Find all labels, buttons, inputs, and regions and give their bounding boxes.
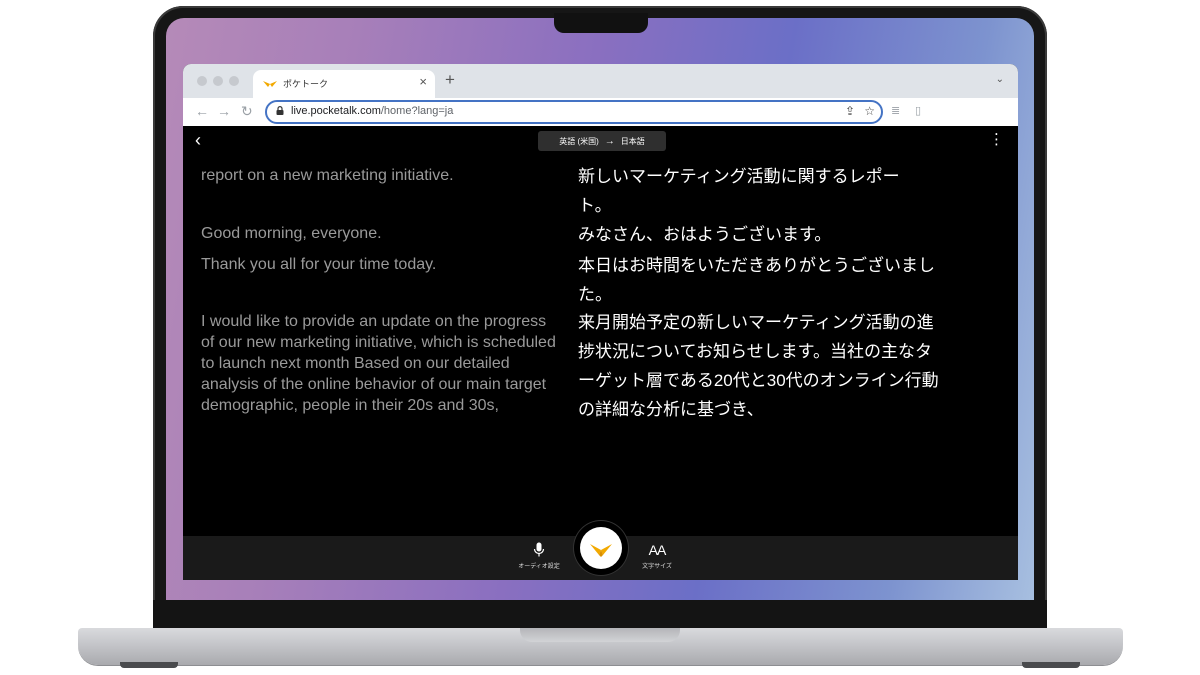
language-selector[interactable]: 英語 (米国) → 日本語 <box>538 131 666 151</box>
source-line: report on a new marketing initiative. <box>201 167 454 184</box>
arrow-right-icon: → <box>604 135 615 147</box>
translation-line: 新しいマーケティング活動に関するレポート。 <box>578 167 900 215</box>
url-text: live.pocketalk.com/home?lang=ja <box>291 105 453 117</box>
window-zoom-button[interactable] <box>229 76 239 86</box>
side-panel-icon[interactable]: ▯ <box>915 105 921 117</box>
address-bar[interactable]: live.pocketalk.com/home?lang=ja ⇪ ☆ <box>265 100 883 124</box>
font-size-button[interactable]: AA 文字サイズ <box>635 542 679 570</box>
laptop-foot <box>1022 662 1080 668</box>
browser-window: ポケトーク × + ⌄ ← → ↻ live.pocketalk.com/hom… <box>183 64 1018 580</box>
source-line: I would like to provide an update on the… <box>201 313 556 414</box>
share-icon[interactable]: ⇪ <box>845 104 855 118</box>
new-tab-icon[interactable]: + <box>445 71 455 88</box>
laptop-bezel <box>153 600 1047 630</box>
translation-line: みなさん、おはようございます。 <box>578 225 832 244</box>
tab-strip: ポケトーク × + ⌄ <box>183 64 1018 98</box>
laptop-opening-groove <box>520 628 680 642</box>
audio-settings-label: オーディオ設定 <box>518 564 560 570</box>
reload-icon[interactable]: ↻ <box>241 103 253 119</box>
translation-line: 本日はお時間をいただきありがとうございました。 <box>578 256 935 304</box>
tab-search-chevron-icon[interactable]: ⌄ <box>996 74 1004 85</box>
font-size-icon: AA <box>648 542 667 558</box>
url-host: live.pocketalk.com <box>291 105 381 117</box>
font-size-label: 文字サイズ <box>642 564 672 570</box>
target-language: 日本語 <box>620 136 645 146</box>
chevron-left-icon[interactable]: ‹ <box>195 130 201 150</box>
window-close-button[interactable] <box>197 76 207 86</box>
tab-title: ポケトーク <box>283 79 329 89</box>
window-minimize-button[interactable] <box>213 76 223 86</box>
pocketalk-app: ‹ 英語 (米国) → 日本語 ⋮ report on a new market… <box>183 126 1018 580</box>
source-line: Thank you all for your time today. <box>201 256 437 273</box>
pocketalk-logo-icon <box>590 544 612 557</box>
forward-arrow-icon[interactable]: → <box>217 103 231 119</box>
tab-close-icon[interactable]: × <box>419 75 427 88</box>
reading-list-icon[interactable]: ≣ <box>891 105 900 117</box>
audio-settings-button[interactable]: オーディオ設定 <box>513 542 565 570</box>
source-line: Good morning, everyone. <box>201 225 382 242</box>
button-face <box>580 527 622 569</box>
camera-notch <box>554 13 648 33</box>
start-translation-button[interactable] <box>574 521 628 575</box>
translation-line: 来月開始予定の新しいマーケティング活動の進捗状況についてお知らせします。当社の主… <box>578 313 939 419</box>
bookmark-star-icon[interactable]: ☆ <box>864 104 875 118</box>
source-language: 英語 (米国) <box>559 136 599 146</box>
url-path: /home?lang=ja <box>380 105 454 117</box>
laptop-foot <box>120 662 178 668</box>
browser-tab[interactable]: ポケトーク × <box>253 70 435 98</box>
browser-toolbar: ← → ↻ live.pocketalk.com/home?lang=ja ⇪ … <box>183 98 1018 127</box>
more-options-icon[interactable]: ⋮ <box>989 132 1004 148</box>
microphone-icon <box>533 542 545 557</box>
pocketalk-favicon-icon <box>263 81 277 87</box>
back-arrow-icon[interactable]: ← <box>195 103 209 119</box>
lock-icon <box>276 106 284 115</box>
